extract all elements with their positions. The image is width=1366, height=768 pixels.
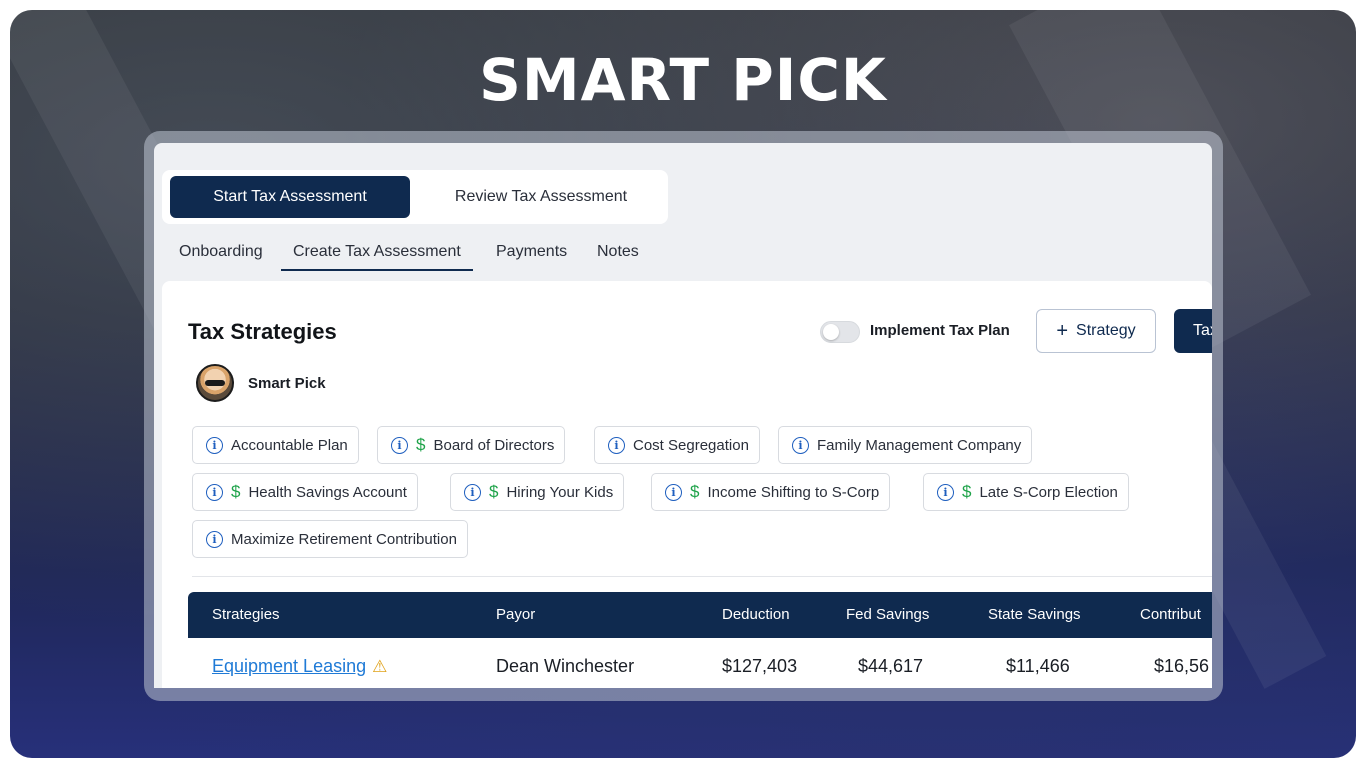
- chip-accountable-plan[interactable]: i Accountable Plan: [192, 426, 359, 464]
- payor-cell: Dean Winchester: [496, 656, 635, 676]
- add-strategy-button[interactable]: + Strategy: [1036, 309, 1156, 353]
- chip-family-management-company[interactable]: i Family Management Company: [778, 426, 1033, 464]
- state-savings-cell: $11,466: [1006, 656, 1070, 676]
- contribution-cell: $16,56: [1154, 656, 1210, 676]
- column-header-strategies[interactable]: Strategies: [212, 606, 280, 623]
- info-icon[interactable]: i: [464, 483, 481, 501]
- smart-pick-header: Smart Pick: [196, 364, 326, 402]
- info-icon[interactable]: i: [206, 483, 223, 501]
- dollar-icon: $: [416, 435, 426, 454]
- column-header-contribution[interactable]: Contribut: [1140, 606, 1201, 623]
- column-header-payor[interactable]: Payor: [496, 606, 535, 623]
- chip-hiring-your-kids[interactable]: i $ Hiring Your Kids: [450, 473, 625, 511]
- tab-onboarding[interactable]: Onboarding: [179, 241, 263, 263]
- chip-label: Board of Directors: [433, 436, 555, 454]
- deduction-cell: $127,403: [722, 656, 798, 676]
- tab-create-tax-assessment[interactable]: Create Tax Assessment: [281, 241, 473, 271]
- smart-pick-label: Smart Pick: [248, 374, 326, 392]
- implement-tax-plan-toggle[interactable]: [820, 321, 860, 343]
- table-row: Equipment Leasing ⚠ Dean Winchester $127,…: [188, 638, 1212, 688]
- column-header-deduction[interactable]: Deduction: [722, 606, 790, 623]
- info-icon[interactable]: i: [937, 483, 954, 501]
- warning-icon: ⚠: [372, 657, 388, 676]
- section-divider: [192, 576, 1212, 577]
- column-header-state-savings[interactable]: State Savings: [988, 606, 1081, 623]
- info-icon[interactable]: i: [608, 436, 625, 454]
- avatar-glasses: [205, 380, 225, 386]
- start-tax-assessment-button[interactable]: Start Tax Assessment: [170, 176, 410, 218]
- chip-label: Late S-Corp Election: [979, 483, 1118, 501]
- chip-label: Maximize Retirement Contribution: [231, 530, 457, 548]
- review-tax-assessment-button[interactable]: Review Tax Assessment: [424, 176, 658, 218]
- chip-label: Cost Segregation: [633, 436, 749, 454]
- chip-label: Health Savings Account: [248, 483, 407, 501]
- info-icon[interactable]: i: [206, 436, 223, 454]
- tax-strategies-panel: Tax Strategies Implement Tax Plan + Stra…: [162, 281, 1212, 688]
- chip-cost-segregation[interactable]: i Cost Segregation: [594, 426, 760, 464]
- chip-income-shifting-to-s-corp[interactable]: i $ Income Shifting to S-Corp: [651, 473, 891, 511]
- strategy-link[interactable]: Equipment Leasing ⚠: [212, 656, 387, 677]
- chip-health-savings-account[interactable]: i $ Health Savings Account: [192, 473, 418, 511]
- dollar-icon: $: [489, 482, 499, 501]
- assessment-mode-switch: Start Tax Assessment Review Tax Assessme…: [162, 170, 668, 224]
- dollar-icon: $: [962, 482, 972, 501]
- hero-title: SMART PICK: [479, 46, 887, 114]
- info-icon[interactable]: i: [206, 530, 223, 548]
- chip-board-of-directors[interactable]: i $ Board of Directors: [377, 426, 566, 464]
- chip-maximize-retirement-contribution[interactable]: i Maximize Retirement Contribution: [192, 520, 468, 558]
- app-window: Start Tax Assessment Review Tax Assessme…: [154, 143, 1212, 688]
- chip-late-s-corp-election[interactable]: i $ Late S-Corp Election: [923, 473, 1129, 511]
- implement-tax-plan-label: Implement Tax Plan: [870, 322, 1010, 339]
- dollar-icon: $: [690, 482, 700, 501]
- tab-notes[interactable]: Notes: [597, 241, 639, 263]
- dollar-icon: $: [231, 482, 241, 501]
- info-icon[interactable]: i: [391, 436, 408, 454]
- chip-label: Accountable Plan: [231, 436, 348, 454]
- info-icon[interactable]: i: [665, 483, 682, 501]
- add-strategy-label: Strategy: [1076, 322, 1136, 339]
- column-header-fed-savings[interactable]: Fed Savings: [846, 606, 929, 623]
- toggle-knob: [823, 324, 839, 340]
- tax-primary-button[interactable]: Tax: [1174, 309, 1212, 353]
- chip-label: Income Shifting to S-Corp: [707, 483, 880, 501]
- panel-title: Tax Strategies: [188, 319, 337, 344]
- smart-pick-avatar: [196, 364, 234, 402]
- fed-savings-cell: $44,617: [858, 656, 924, 676]
- strategy-name[interactable]: Equipment Leasing: [212, 656, 366, 676]
- info-icon[interactable]: i: [792, 436, 809, 454]
- tab-payments[interactable]: Payments: [496, 241, 567, 263]
- plus-icon: +: [1056, 320, 1069, 342]
- chip-label: Hiring Your Kids: [506, 483, 614, 501]
- strategies-table-header: Strategies Payor Deduction Fed Savings S…: [188, 592, 1212, 638]
- chip-label: Family Management Company: [817, 436, 1022, 454]
